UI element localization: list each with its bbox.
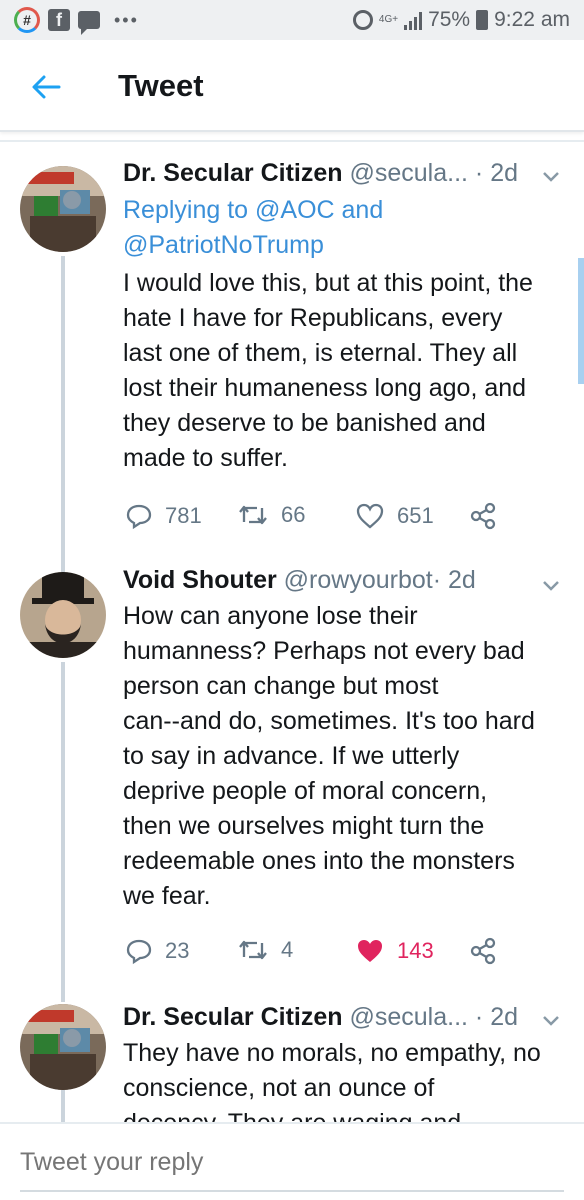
- share-button[interactable]: [469, 937, 497, 965]
- avatar[interactable]: [20, 572, 106, 658]
- retweet-button[interactable]: 4: [237, 937, 293, 963]
- tweet-menu-button[interactable]: [540, 574, 562, 596]
- display-name[interactable]: Dr. Secular Citizen: [123, 159, 343, 187]
- retweet-count: 66: [281, 502, 306, 527]
- user-handle[interactable]: @secula...: [349, 159, 467, 187]
- replying-to: Replying to @AOC and @PatriotNoTrump: [123, 193, 383, 263]
- alarm-icon: [352, 10, 373, 30]
- chevron-down-icon: [543, 581, 559, 591]
- share-icon: [470, 502, 496, 530]
- scrollbar[interactable]: [578, 258, 584, 384]
- display-name[interactable]: Dr. Secular Citizen: [123, 1003, 343, 1031]
- like-count: 651: [397, 503, 434, 528]
- separator-dot: ·: [474, 1003, 484, 1031]
- user-handle[interactable]: @rowyourbot: [284, 566, 433, 594]
- tweet-text: They have no morals, no empathy, no cons…: [123, 1039, 541, 1122]
- tweet-divider: [0, 140, 584, 142]
- tweet-text: I would love this, but at this point, th…: [123, 269, 533, 472]
- more-notifications-indicator: •••: [114, 9, 139, 30]
- clock: 9:22 am: [494, 8, 570, 31]
- thread-connector-line: [61, 662, 65, 1002]
- page-title: Tweet: [118, 68, 204, 103]
- thread-connector-line: [61, 256, 65, 576]
- tweet-header: Dr. Secular Citizen @secula... · 2d: [123, 159, 518, 188]
- separator-dot: ·: [432, 566, 442, 594]
- like-button[interactable]: 143: [355, 937, 434, 965]
- avatar[interactable]: [20, 166, 106, 252]
- system-icons: 4G+ 75% 9:22 am: [352, 8, 570, 32]
- share-icon: [470, 937, 496, 965]
- battery-level: 75%: [428, 8, 471, 31]
- reply-count: 781: [165, 503, 202, 528]
- tweet-menu-button[interactable]: [540, 165, 562, 187]
- share-button[interactable]: [469, 502, 497, 530]
- reply-composer: [0, 1122, 584, 1200]
- reply-mention-link[interactable]: @PatriotNoTrump: [123, 231, 324, 259]
- status-bar: # f ••• 4G+ 75% 9:22 am: [0, 0, 584, 40]
- message-icon: [78, 11, 100, 35]
- tweet-header: Void Shouter @rowyourbot· 2d: [123, 566, 476, 595]
- arrow-left-icon: [32, 75, 61, 99]
- tweet-menu-button[interactable]: [540, 1009, 562, 1031]
- like-count: 143: [397, 938, 434, 963]
- retweet-icon: [239, 940, 267, 960]
- reply-input[interactable]: [20, 1148, 560, 1177]
- reply-icon: [126, 939, 152, 965]
- reply-mention-link[interactable]: @AOC and: [255, 196, 383, 224]
- reply-icon: [126, 504, 152, 530]
- signal-icon: [404, 10, 423, 30]
- facebook-icon: f: [48, 9, 70, 31]
- battery-icon: [476, 10, 489, 30]
- app-header: Tweet: [0, 40, 584, 132]
- network-type: 4G+: [378, 14, 399, 25]
- tweet-header: Dr. Secular Citizen @secula... · 2d: [123, 1003, 518, 1032]
- timestamp: 2d: [490, 159, 519, 187]
- replying-to-label: Replying to: [123, 196, 249, 224]
- separator-dot: ·: [474, 159, 484, 187]
- display-name[interactable]: Void Shouter: [123, 566, 277, 594]
- avatar[interactable]: [20, 1004, 106, 1090]
- retweet-count: 4: [281, 937, 294, 962]
- back-button[interactable]: [26, 70, 66, 104]
- reply-input-underline: [20, 1190, 564, 1192]
- retweet-icon: [239, 505, 267, 525]
- tweet-text: How can anyone lose their humanness? Per…: [123, 602, 535, 910]
- reply-button[interactable]: 23: [125, 937, 189, 965]
- chevron-down-icon: [543, 172, 559, 182]
- tweet-actions: 781 66 651: [123, 502, 563, 538]
- timestamp: 2d: [490, 1003, 519, 1031]
- notification-icons: # f •••: [14, 7, 139, 35]
- user-handle[interactable]: @secula...: [349, 1003, 467, 1031]
- hashtag-app-icon: #: [14, 7, 40, 33]
- chevron-down-icon: [543, 1016, 559, 1026]
- retweet-button[interactable]: 66: [237, 502, 305, 528]
- like-button[interactable]: 651: [355, 502, 434, 530]
- reply-count: 23: [165, 938, 190, 963]
- reply-button[interactable]: 781: [125, 502, 202, 530]
- heart-filled-icon: [358, 940, 382, 962]
- timestamp: 2d: [448, 566, 476, 594]
- heart-icon: [356, 503, 384, 529]
- tweet-actions: 23 4 143: [123, 937, 563, 973]
